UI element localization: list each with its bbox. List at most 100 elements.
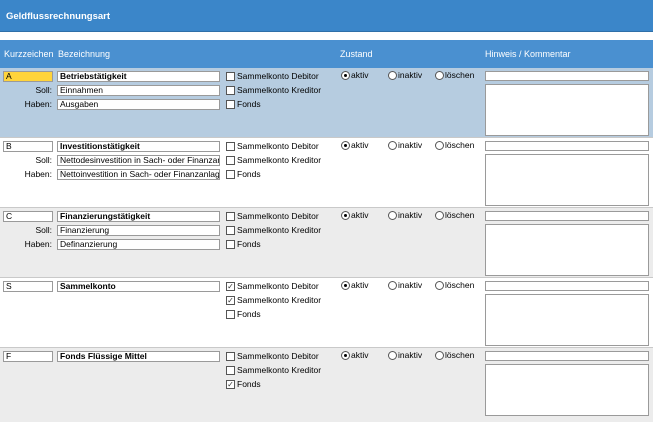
fonds-checkbox[interactable]: ✓ [226,380,235,389]
header-gap [0,32,653,40]
debitor-checkbox[interactable] [226,72,235,81]
aktiv-radio[interactable] [341,141,350,150]
aktiv-label: aktiv [351,350,369,360]
loeschen-radio[interactable] [435,211,444,220]
name-field[interactable]: Sammelkonto [57,281,220,292]
aktiv-radio[interactable] [341,281,350,290]
fonds-label: Fonds [237,239,261,249]
loeschen-label: löschen [445,210,475,220]
name-field[interactable]: Betriebstätigkeit [57,71,220,82]
fonds-label: Fonds [237,99,261,109]
fonds-label: Fonds [237,309,261,319]
comment-textarea[interactable] [485,364,649,416]
kreditor-label: Sammelkonto Kreditor [237,225,322,235]
fonds-checkbox[interactable] [226,170,235,179]
inaktiv-label: inaktiv [398,350,423,360]
inaktiv-radio[interactable] [388,141,397,150]
col-hinweis: Hinweis / Kommentar [485,49,571,59]
haben-label: Haben: [24,169,52,179]
code-field[interactable]: B [3,141,53,152]
kreditor-label: Sammelkonto Kreditor [237,365,322,375]
kreditor-checkbox[interactable] [226,156,235,165]
inaktiv-label: inaktiv [398,70,423,80]
col-zustand: Zustand [340,49,373,59]
comment-line-input[interactable] [485,141,649,151]
table-row[interactable]: C Finanzierungstätigkeit Soll: Finanzier… [0,208,653,278]
comment-line-input[interactable] [485,211,649,221]
aktiv-label: aktiv [351,280,369,290]
fonds-label: Fonds [237,169,261,179]
debitor-label: Sammelkonto Debitor [237,141,319,151]
soll-label: Soll: [35,85,52,95]
inaktiv-label: inaktiv [398,210,423,220]
comment-textarea[interactable] [485,224,649,276]
col-bezeichnung: Bezeichnung [58,49,111,59]
code-field[interactable]: S [3,281,53,292]
soll-label: Soll: [35,155,52,165]
debitor-checkbox[interactable]: ✓ [226,282,235,291]
name-field[interactable]: Investitionstätigkeit [57,141,220,152]
code-field[interactable]: A [3,71,53,82]
col-kurzzeichen: Kurzzeichen [4,49,54,59]
inaktiv-radio[interactable] [388,281,397,290]
table-row[interactable]: F Fonds Flüssige Mittel Sammelkonto Debi… [0,348,653,422]
table-row[interactable]: B Investitionstätigkeit Soll: Nettodesin… [0,138,653,208]
aktiv-radio[interactable] [341,71,350,80]
haben-field[interactable]: Nettoinvestition in Sach- oder Finanzanl… [57,169,220,180]
kreditor-checkbox[interactable] [226,226,235,235]
fonds-checkbox[interactable] [226,240,235,249]
table-row[interactable]: A Betriebstätigkeit Soll: Einnahmen Habe… [0,68,653,138]
comment-textarea[interactable] [485,294,649,346]
code-field[interactable]: F [3,351,53,362]
aktiv-label: aktiv [351,210,369,220]
comment-textarea[interactable] [485,84,649,136]
code-field[interactable]: C [3,211,53,222]
loeschen-radio[interactable] [435,351,444,360]
loeschen-label: löschen [445,140,475,150]
comment-line-input[interactable] [485,281,649,291]
debitor-label: Sammelkonto Debitor [237,211,319,221]
debitor-checkbox[interactable] [226,352,235,361]
kreditor-checkbox[interactable] [226,86,235,95]
haben-field[interactable]: Ausgaben [57,99,220,110]
soll-field[interactable]: Finanzierung [57,225,220,236]
haben-label: Haben: [24,99,52,109]
fonds-label: Fonds [237,379,261,389]
loeschen-radio[interactable] [435,281,444,290]
window-title: Geldflussrechnungsart [0,0,653,32]
haben-field[interactable]: Definanzierung [57,239,220,250]
comment-line-input[interactable] [485,71,649,81]
kreditor-label: Sammelkonto Kreditor [237,295,322,305]
column-header: Kurzzeichen Bezeichnung Zustand Hinweis … [0,40,653,68]
name-field[interactable]: Fonds Flüssige Mittel [57,351,220,362]
soll-label: Soll: [35,225,52,235]
kreditor-label: Sammelkonto Kreditor [237,155,322,165]
kreditor-checkbox[interactable] [226,366,235,375]
aktiv-radio[interactable] [341,211,350,220]
loeschen-radio[interactable] [435,71,444,80]
debitor-checkbox[interactable] [226,212,235,221]
debitor-label: Sammelkonto Debitor [237,351,319,361]
soll-field[interactable]: Nettodesinvestition in Sach- oder Finanz… [57,155,220,166]
aktiv-label: aktiv [351,70,369,80]
aktiv-label: aktiv [351,140,369,150]
debitor-label: Sammelkonto Debitor [237,281,319,291]
comment-line-input[interactable] [485,351,649,361]
kreditor-checkbox[interactable]: ✓ [226,296,235,305]
name-field[interactable]: Finanzierungstätigkeit [57,211,220,222]
fonds-checkbox[interactable] [226,310,235,319]
debitor-checkbox[interactable] [226,142,235,151]
table-row[interactable]: S Sammelkonto ✓ Sammelkonto Debitor ✓ Sa… [0,278,653,348]
inaktiv-label: inaktiv [398,140,423,150]
loeschen-label: löschen [445,280,475,290]
aktiv-radio[interactable] [341,351,350,360]
inaktiv-radio[interactable] [388,351,397,360]
inaktiv-radio[interactable] [388,71,397,80]
soll-field[interactable]: Einnahmen [57,85,220,96]
loeschen-radio[interactable] [435,141,444,150]
haben-label: Haben: [24,239,52,249]
comment-textarea[interactable] [485,154,649,206]
debitor-label: Sammelkonto Debitor [237,71,319,81]
inaktiv-radio[interactable] [388,211,397,220]
fonds-checkbox[interactable] [226,100,235,109]
